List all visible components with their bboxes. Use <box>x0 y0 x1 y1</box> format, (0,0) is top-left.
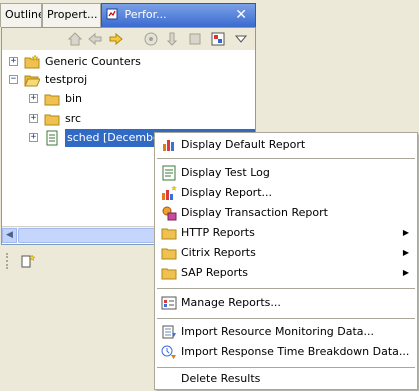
schedule-icon <box>44 130 60 146</box>
menu-item-display-transaction-report[interactable]: Display Transaction Report <box>157 203 415 223</box>
tab-properties[interactable]: Propert... <box>42 3 101 27</box>
tab-performance-label: Perfor... <box>124 8 167 21</box>
menu-item-import-response-time-breakdown-data[interactable]: Import Response Time Breakdown Data... <box>157 342 415 362</box>
folder-icon <box>44 111 60 127</box>
view-tab-bar: Outline Propert... Perfor... ✕ <box>0 3 257 27</box>
folder-icon <box>161 245 177 261</box>
back-arrow-icon[interactable] <box>87 31 103 47</box>
menu-separator <box>157 288 415 289</box>
performance-view-icon <box>106 6 118 27</box>
folder-icon <box>161 265 177 281</box>
test-log-icon <box>161 165 177 181</box>
menu-separator <box>157 158 415 159</box>
tree-item-bin[interactable]: + bin <box>2 90 255 108</box>
submenu-arrow-icon: ▶ <box>402 268 409 277</box>
tree-item-label: Generic Counters <box>45 55 141 68</box>
menu-item-label: Display Default Report <box>181 138 306 151</box>
fast-view-icon[interactable] <box>20 253 36 269</box>
folder-icon <box>161 225 177 241</box>
toolbar-grip <box>6 253 8 269</box>
tab-outline-label: Outline <box>5 8 42 21</box>
view-menu-icon[interactable] <box>233 31 249 47</box>
tree-item-label: src <box>65 112 82 125</box>
tab-outline[interactable]: Outline <box>0 3 42 27</box>
tree-expander[interactable]: + <box>9 57 18 66</box>
menu-item-citrix-reports[interactable]: Citrix Reports ▶ <box>157 243 415 263</box>
folder-icon <box>44 91 60 107</box>
import-monitoring-icon <box>161 324 177 340</box>
scroll-left-icon[interactable]: ◀ <box>2 228 17 243</box>
menu-item-display-test-log[interactable]: Display Test Log <box>157 163 415 183</box>
close-icon[interactable]: ✕ <box>235 4 247 26</box>
menu-item-label: Delete Results <box>181 372 261 385</box>
context-menu: Display Default Report Display Test Log … <box>154 132 418 390</box>
menu-separator <box>157 318 415 319</box>
report-star-icon <box>161 185 177 201</box>
forward-arrow-icon[interactable] <box>108 31 124 47</box>
menu-item-display-report[interactable]: Display Report... <box>157 183 415 203</box>
folder-star-icon <box>24 54 40 70</box>
menu-item-manage-reports[interactable]: Manage Reports... <box>157 293 415 313</box>
import-breakdown-icon <box>161 344 177 360</box>
menu-item-label: Display Report... <box>181 186 272 199</box>
view-toolbar <box>2 28 255 50</box>
menu-item-import-resource-monitoring-data[interactable]: Import Resource Monitoring Data... <box>157 322 415 342</box>
bar-chart-icon <box>161 137 177 153</box>
menu-item-label: SAP Reports <box>181 266 249 279</box>
tree-expander[interactable]: + <box>29 94 38 103</box>
tree-item-label: bin <box>65 92 83 105</box>
tab-performance[interactable]: Perfor... ✕ <box>101 3 256 27</box>
link-icon[interactable] <box>164 31 180 47</box>
menu-item-label: Import Response Time Breakdown Data... <box>181 345 410 358</box>
menu-item-sap-reports[interactable]: SAP Reports ▶ <box>157 263 415 283</box>
manage-reports-icon <box>161 295 177 311</box>
tree-expander[interactable]: + <box>29 114 38 123</box>
open-folder-icon <box>24 72 41 88</box>
menu-item-label: Display Transaction Report <box>181 206 328 219</box>
menu-separator <box>157 367 415 368</box>
submenu-arrow-icon: ▶ <box>402 228 409 237</box>
tree-expander[interactable]: + <box>29 133 38 142</box>
menu-item-label: Manage Reports... <box>181 296 281 309</box>
menu-item-delete-results[interactable]: Delete Results <box>157 369 415 389</box>
tree-item-testproj[interactable]: − testproj <box>2 71 255 89</box>
stop-icon[interactable] <box>187 31 203 47</box>
submenu-arrow-icon: ▶ <box>402 248 409 257</box>
menu-item-label: Citrix Reports <box>181 246 256 259</box>
tree-item-src[interactable]: + src <box>2 110 255 128</box>
tree-item-generic-counters[interactable]: + Generic Counters <box>2 53 255 71</box>
refresh-icon[interactable] <box>210 31 226 47</box>
tab-properties-label: Propert... <box>47 8 98 21</box>
transaction-report-icon <box>161 205 177 221</box>
tree-expander[interactable]: − <box>9 75 18 84</box>
collapse-all-icon[interactable] <box>143 31 159 47</box>
menu-item-http-reports[interactable]: HTTP Reports ▶ <box>157 223 415 243</box>
menu-item-label: HTTP Reports <box>181 226 255 239</box>
menu-item-display-default-report[interactable]: Display Default Report <box>157 135 415 155</box>
menu-item-label: Import Resource Monitoring Data... <box>181 325 375 338</box>
menu-item-label: Display Test Log <box>181 166 270 179</box>
tree-item-label: testproj <box>45 73 88 86</box>
home-icon[interactable] <box>67 31 83 47</box>
